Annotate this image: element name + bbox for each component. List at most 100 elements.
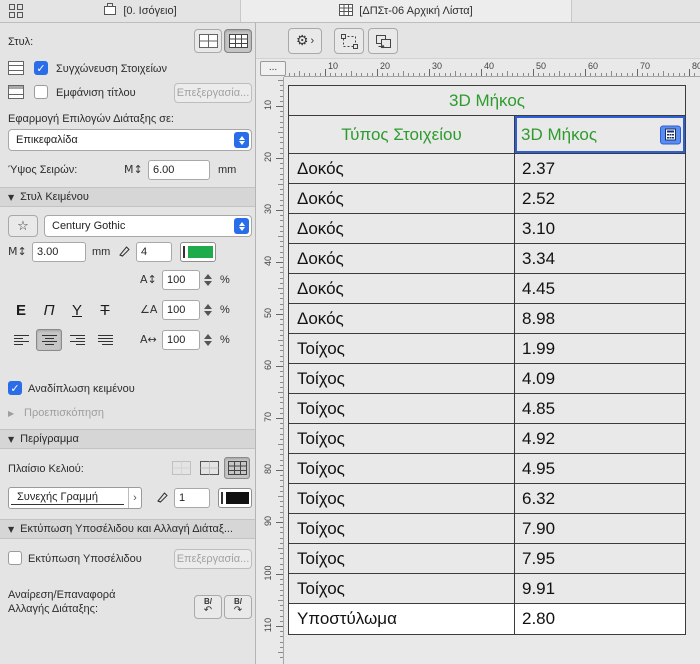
cell-3d-length[interactable]: 8.98 (515, 304, 685, 333)
table-row[interactable]: Τοίχος9.91 (289, 574, 685, 604)
cell-3d-length[interactable]: 4.95 (515, 454, 685, 483)
section-text-style[interactable]: ▼ Στυλ Κειμένου (0, 187, 255, 207)
show-title-checkbox[interactable] (34, 85, 48, 99)
cell-3d-length[interactable]: 3.10 (515, 214, 685, 243)
preview-section-label[interactable]: Προεπισκόπηση (24, 407, 104, 419)
cell-frame-none-button[interactable] (168, 457, 194, 479)
cell-3d-length[interactable]: 7.90 (515, 514, 685, 543)
font-family-select[interactable]: Century Gothic (44, 215, 252, 237)
cell-frame-all-button[interactable] (224, 457, 250, 479)
undo-layout-button[interactable]: B/ ↶ (194, 595, 222, 619)
table-row[interactable]: Τοίχος4.85 (289, 394, 685, 424)
tab-schedule[interactable]: [ΔΠΣτ-06 Αρχική Λίστα] (240, 0, 572, 22)
table-row[interactable]: Δοκός3.34 (289, 244, 685, 274)
cell-3d-length[interactable]: 1.99 (515, 334, 685, 363)
vertical-ruler[interactable]: 102030405060708090100110 (256, 77, 284, 664)
width-factor-input[interactable] (162, 330, 200, 350)
table-row[interactable]: Τοίχος4.92 (289, 424, 685, 454)
table-row[interactable]: Τοίχος4.95 (289, 454, 685, 484)
tab-story[interactable]: [0. Ισόγειο] (40, 0, 240, 22)
sum-function-button[interactable] (660, 125, 681, 144)
table-style-grid-button[interactable] (224, 29, 252, 53)
cell-element-type[interactable]: Τοίχος (289, 364, 515, 393)
marquee-options-button[interactable] (334, 28, 364, 54)
disclosure-closed-icon[interactable]: ▶ (8, 409, 14, 418)
horizontal-ruler[interactable]: 1020304050607080 (284, 59, 700, 77)
cell-3d-length[interactable]: 2.37 (515, 154, 685, 183)
strikethrough-button[interactable]: Τ (92, 297, 118, 323)
cell-element-type[interactable]: Δοκός (289, 154, 515, 183)
cell-element-type[interactable]: Τοίχος (289, 484, 515, 513)
character-slant-input[interactable] (162, 300, 200, 320)
table-row[interactable]: Υποστύλωμα2.80 (289, 604, 685, 634)
cell-3d-length[interactable]: 6.32 (515, 484, 685, 513)
column-header-element-type[interactable]: Τύπος Στοιχείου (289, 116, 515, 153)
align-right-button[interactable] (64, 329, 90, 351)
frame-pen-input[interactable] (174, 488, 210, 508)
cell-element-type[interactable]: Δοκός (289, 244, 515, 273)
cell-element-type[interactable]: Τοίχος (289, 394, 515, 423)
edit-title-button[interactable]: Επεξεργασία... (174, 83, 252, 103)
redo-layout-button[interactable]: B/ ↷ (224, 595, 252, 619)
row-height-input[interactable] (148, 160, 210, 180)
cell-element-type[interactable]: Τοίχος (289, 574, 515, 603)
cell-element-type[interactable]: Δοκός (289, 274, 515, 303)
cell-element-type[interactable]: Δοκός (289, 184, 515, 213)
edit-footer-button[interactable]: Επεξεργασία... (174, 549, 252, 569)
section-border[interactable]: ▼ Περίγραμμα (0, 429, 255, 449)
cell-element-type[interactable]: Τοίχος (289, 544, 515, 573)
app-grid-icon[interactable] (8, 3, 24, 22)
align-left-button[interactable] (8, 329, 34, 351)
font-size-input[interactable] (32, 242, 86, 262)
layout-scope-select[interactable]: Επικεφαλίδα (8, 129, 252, 151)
table-row[interactable]: Τοίχος1.99 (289, 334, 685, 364)
section-footer-print[interactable]: ▼ Εκτύπωση Υποσέλιδου και Αλλαγή Διάταξ.… (0, 519, 255, 539)
cell-3d-length[interactable]: 4.09 (515, 364, 685, 393)
table-row[interactable]: Τοίχος7.95 (289, 544, 685, 574)
cell-element-type[interactable]: Δοκός (289, 214, 515, 243)
line-type-select[interactable]: Συνεχής Γραμμή › (8, 487, 142, 509)
bold-button[interactable]: Ε (8, 297, 34, 323)
cell-3d-length[interactable]: 2.52 (515, 184, 685, 213)
line-spacing-input[interactable] (162, 270, 200, 290)
cell-element-type[interactable]: Τοίχος (289, 514, 515, 543)
justify-button[interactable] (92, 329, 118, 351)
table-row[interactable]: Τοίχος6.32 (289, 484, 685, 514)
transfer-settings-button[interactable] (368, 28, 398, 54)
table-row[interactable]: Δοκός8.98 (289, 304, 685, 334)
cell-3d-length[interactable]: 4.92 (515, 424, 685, 453)
favorites-button[interactable]: ☆ (8, 215, 38, 237)
table-row[interactable]: Δοκός2.37 (289, 154, 685, 184)
merge-elements-checkbox[interactable]: ✓ (34, 61, 48, 75)
align-center-button[interactable] (36, 329, 62, 351)
table-style-compact-button[interactable] (194, 29, 222, 53)
table-row[interactable]: Τοίχος7.90 (289, 514, 685, 544)
print-footer-checkbox[interactable] (8, 551, 22, 565)
settings-menu-button[interactable]: ⚙ › (288, 28, 322, 54)
cell-3d-length[interactable]: 7.95 (515, 544, 685, 573)
text-pen-color-button[interactable] (180, 242, 216, 262)
cell-element-type[interactable]: Τοίχος (289, 424, 515, 453)
cell-element-type[interactable]: Τοίχος (289, 454, 515, 483)
width-factor-stepper[interactable] (202, 330, 214, 350)
table-row[interactable]: Δοκός2.52 (289, 184, 685, 214)
character-slant-stepper[interactable] (202, 300, 214, 320)
cell-3d-length[interactable]: 4.45 (515, 274, 685, 303)
table-row[interactable]: Δοκός3.10 (289, 214, 685, 244)
wrap-text-checkbox[interactable]: ✓ (8, 381, 22, 395)
frame-pen-color-button[interactable] (218, 488, 252, 508)
cell-element-type[interactable]: Τοίχος (289, 334, 515, 363)
table-title[interactable]: 3D Μήκος (289, 86, 685, 116)
table-row[interactable]: Τοίχος4.09 (289, 364, 685, 394)
schedule-canvas[interactable]: 3D Μήκος Τύπος Στοιχείου 3D Μήκος Δοκός2… (284, 77, 700, 664)
ruler-options-button[interactable]: ... (260, 61, 286, 76)
cell-3d-length[interactable]: 4.85 (515, 394, 685, 423)
cell-3d-length[interactable]: 2.80 (515, 604, 685, 634)
cell-element-type[interactable]: Υποστύλωμα (289, 604, 515, 634)
cell-element-type[interactable]: Δοκός (289, 304, 515, 333)
cell-frame-outline-button[interactable] (196, 457, 222, 479)
underline-button[interactable]: Υ (64, 297, 90, 323)
column-header-3d-length[interactable]: 3D Μήκος (515, 116, 685, 153)
cell-3d-length[interactable]: 9.91 (515, 574, 685, 603)
cell-3d-length[interactable]: 3.34 (515, 244, 685, 273)
